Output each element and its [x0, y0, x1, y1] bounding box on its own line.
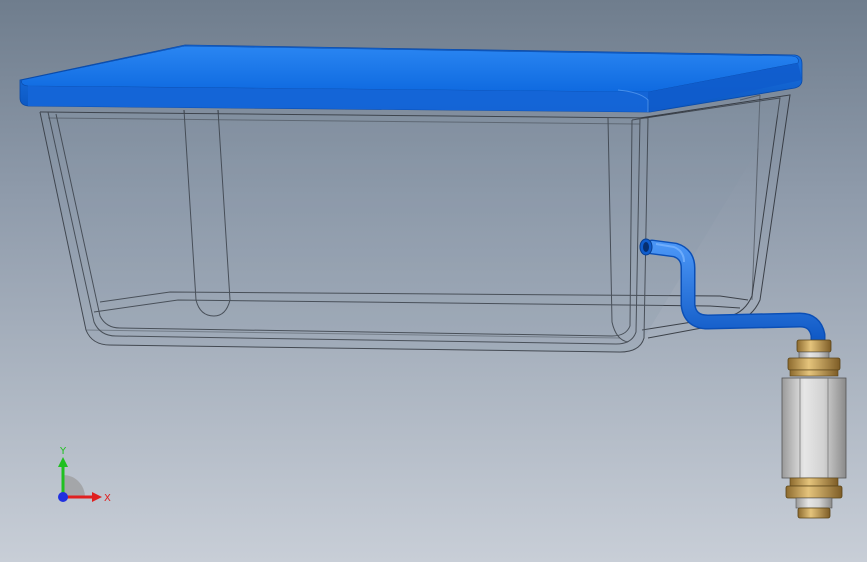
- z-axis-icon: [58, 492, 68, 502]
- cad-viewport[interactable]: Y X: [0, 0, 867, 562]
- x-axis-label: X: [104, 493, 111, 504]
- axis-triad: Y X: [58, 446, 111, 504]
- container-glass-tint: [40, 95, 790, 352]
- container-lid[interactable]: [19, 44, 803, 113]
- y-axis-label: Y: [59, 446, 67, 457]
- model-scene[interactable]: Y X: [0, 0, 867, 562]
- valve-fitting[interactable]: [781, 339, 847, 519]
